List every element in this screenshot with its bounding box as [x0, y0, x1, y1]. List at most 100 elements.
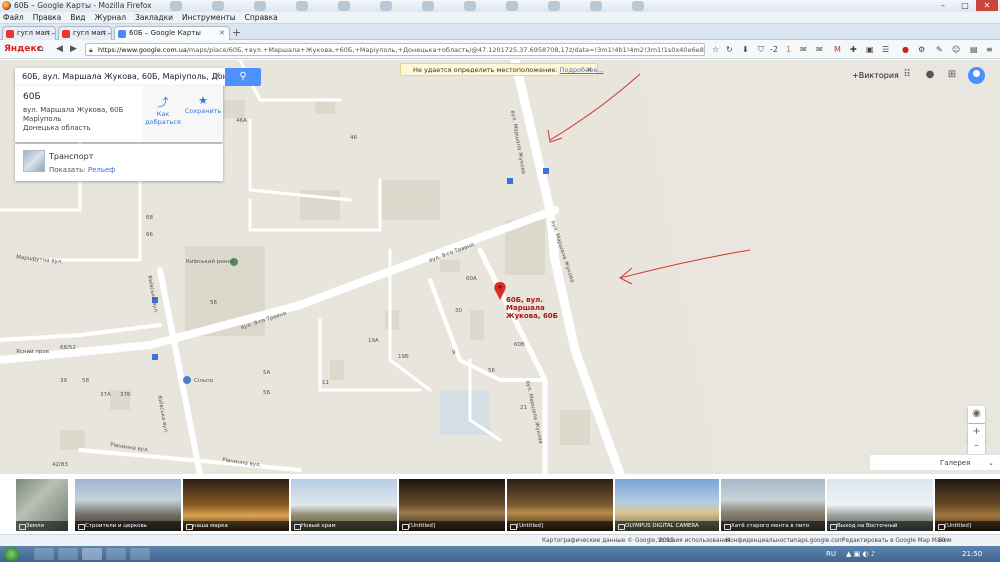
adblock-icon[interactable]: ● — [902, 43, 909, 56]
menu-tools[interactable]: Инструменты — [182, 12, 236, 23]
explorer-icon[interactable] — [34, 548, 54, 560]
tab-close-icon[interactable]: ✕ — [219, 27, 225, 40]
puzzle-icon[interactable]: ✚ — [850, 43, 857, 56]
photo-thumbnail[interactable]: [Untitled] — [935, 479, 1000, 531]
clock[interactable]: 21:50 — [962, 546, 982, 562]
player-icon[interactable] — [106, 548, 126, 560]
app-icon — [422, 1, 434, 11]
bus-stop-icon — [507, 178, 513, 184]
user-link[interactable]: +Виктория — [852, 71, 899, 80]
opera-icon[interactable] — [130, 548, 150, 560]
layer-card[interactable]: Транспорт Показать: Рельеф — [15, 144, 223, 181]
reload-icon[interactable]: ↻ — [726, 43, 733, 56]
extension-icon[interactable]: ▤ — [970, 43, 978, 56]
maximize-button[interactable]: □ — [954, 0, 976, 11]
tab-2[interactable]: гугл мап — Яндекс: наш...✕ — [58, 26, 112, 40]
tools-icon[interactable]: ✎ — [936, 43, 943, 56]
photo-thumbnail[interactable]: Выход на Восточный — [827, 479, 933, 531]
house-number: 60А — [466, 276, 477, 282]
start-button[interactable] — [4, 547, 19, 561]
blurred-background-icons — [160, 0, 720, 12]
search-input[interactable]: 60Б, вул. Маршала Жукова, 60Б, Маріуполь… — [15, 68, 225, 86]
save-button[interactable]: ★ Сохранить — [183, 86, 223, 142]
market-label: Київський ринок — [186, 259, 235, 265]
badge-mail[interactable]: 1 — [786, 43, 791, 56]
thumbs-icon[interactable]: ☰ — [882, 43, 889, 56]
gallery-toggle[interactable]: Галерея ⌄ — [870, 454, 1000, 470]
photo-caption: [Untitled] — [399, 521, 505, 531]
earth-thumbnail[interactable]: Земля — [16, 479, 68, 531]
terrain-link[interactable]: Рельеф — [88, 166, 115, 174]
app-icon — [590, 1, 602, 11]
photo-thumbnail[interactable]: Строители и церковь — [75, 479, 181, 531]
badge-num[interactable]: -2 — [770, 43, 778, 56]
home-icon[interactable]: ⌂ — [38, 44, 44, 54]
place-title: 60Б — [23, 92, 41, 102]
shield-icon[interactable]: ⛉ — [758, 43, 764, 56]
search-button[interactable]: ⚲ — [225, 68, 261, 86]
menu-view[interactable]: Вид — [70, 12, 85, 23]
photo-thumbnail[interactable]: [Untitled] — [507, 479, 613, 531]
layer-title[interactable]: Транспорт — [49, 152, 93, 161]
house-number: 56 — [488, 368, 495, 374]
photo-thumbnail[interactable]: OLYMPUS DIGITAL CAMERA — [615, 479, 719, 531]
yandex-logo[interactable]: Яндекс — [4, 44, 42, 54]
menu-icon[interactable]: ≡ — [986, 43, 993, 56]
apps-grid-icon[interactable]: ⠿ — [900, 68, 914, 82]
menu-history[interactable]: Журнал — [95, 12, 127, 23]
tab-close-icon[interactable]: ✕ — [45, 27, 51, 40]
photo-thumbnail[interactable]: Новый храм — [291, 479, 397, 531]
avatar[interactable] — [968, 67, 985, 84]
minimize-button[interactable]: – — [932, 0, 954, 11]
menu-help[interactable]: Справка — [245, 12, 278, 23]
star-icon[interactable]: ☆ — [712, 43, 719, 56]
folder-icon[interactable] — [58, 548, 78, 560]
my-location-icon[interactable]: ◉ — [968, 406, 985, 423]
close-window-button[interactable]: ✕ — [976, 0, 998, 11]
menu-file[interactable]: Файл — [3, 12, 24, 23]
people-icon[interactable]: ☺ — [952, 43, 960, 56]
house-number: 42/83 — [52, 462, 68, 468]
language-indicator[interactable]: RU — [826, 546, 836, 562]
envelope-icon[interactable]: ✉ — [816, 43, 823, 56]
tab-close-icon[interactable]: ✕ — [101, 27, 107, 40]
forward-icon[interactable]: ▶ — [70, 44, 77, 54]
clear-search-icon[interactable]: ✕ — [213, 68, 221, 86]
briefcase-icon[interactable]: ▣ — [866, 43, 874, 56]
share-icon[interactable]: ⊞ — [945, 68, 959, 82]
notifications-icon[interactable]: ● — [923, 68, 937, 82]
photo-thumbnail[interactable]: Хатё старого мента в пито — [721, 479, 825, 531]
bus-stop-icon — [543, 168, 549, 174]
notice-link[interactable]: Подробнее... — [560, 66, 604, 74]
photo-thumbnail[interactable]: наша марка — [183, 479, 289, 531]
back-icon[interactable]: ◀ — [56, 44, 63, 54]
map-canvas[interactable]: вул. Маршала Жукова вул. Маршала Жукова … — [0, 60, 1000, 474]
yandex-favicon-icon — [6, 30, 14, 38]
address-line: вул. Маршала Жукова, 60Б — [23, 106, 124, 114]
photo-thumbnail[interactable]: [Untitled] — [399, 479, 505, 531]
bookmark-icon[interactable]: ✉ — [800, 43, 807, 56]
search-icon: ⚲ — [239, 71, 247, 82]
app-icon — [254, 1, 266, 11]
url-bar[interactable]: 🔒︎ https://www.google.com.ua/maps/place/… — [85, 43, 705, 56]
star-icon: ★ — [198, 94, 208, 107]
new-tab-button[interactable]: + — [232, 26, 241, 39]
settings-icon[interactable]: ⚙ — [918, 43, 925, 56]
house-number: 5А — [263, 370, 271, 376]
firefox-task-icon[interactable] — [82, 548, 102, 560]
house-number: 46 — [350, 135, 357, 141]
tab-1[interactable]: гугл мап — Яндекс: наш...✕ — [2, 26, 56, 40]
tray-icons[interactable]: ▲ ▣ ◐ ♪ — [846, 546, 875, 562]
transit-thumbnail[interactable] — [23, 150, 45, 172]
app-icon — [170, 1, 182, 11]
gmail-icon[interactable]: M — [834, 43, 841, 56]
menu-bookmarks[interactable]: Закладки — [135, 12, 173, 23]
tab-3[interactable]: 60Б – Google Карты ✕ — [114, 26, 230, 40]
photo-caption: [Untitled] — [935, 521, 1000, 531]
notice-close-icon[interactable]: ✕ — [586, 64, 592, 76]
zoom-out-button[interactable]: – — [968, 438, 985, 455]
download-icon[interactable]: ⬇ — [742, 43, 749, 56]
directions-button[interactable]: ⤴ Как добраться — [143, 86, 183, 142]
app-icon — [338, 1, 350, 11]
menu-edit[interactable]: Правка — [33, 12, 62, 23]
